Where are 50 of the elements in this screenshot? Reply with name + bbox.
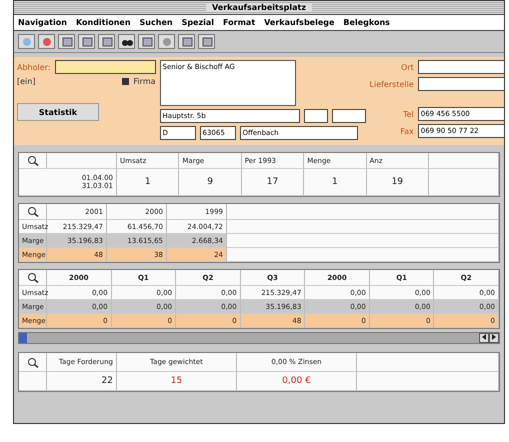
field-label: Abholer:: [17, 62, 51, 72]
toolbar-button[interactable]: [198, 34, 215, 49]
window-icon: [100, 36, 112, 48]
table-cell: 22: [47, 372, 117, 391]
house-field[interactable]: [304, 109, 328, 123]
field-label: [ein]: [17, 77, 36, 86]
circle-icon: [160, 36, 172, 48]
menu-item[interactable]: Belegkons: [343, 18, 390, 27]
table-cell: 1: [117, 169, 180, 196]
menu-item[interactable]: Suchen: [140, 18, 173, 27]
pickup-field[interactable]: [54, 60, 156, 74]
menu-item[interactable]: Navigation: [18, 18, 67, 27]
toolbar-button[interactable]: [118, 34, 135, 49]
table-cell: 19: [366, 169, 429, 196]
input-field[interactable]: [418, 60, 504, 74]
toolbar-button[interactable]: [58, 34, 75, 49]
statistics-button[interactable]: Statistik: [17, 103, 99, 121]
field-label: Tel: [403, 110, 414, 118]
toolbar-button[interactable]: [178, 34, 195, 49]
table-cell: 9: [179, 169, 242, 196]
scrollbar[interactable]: [18, 332, 500, 344]
field-label: Ort: [401, 62, 414, 72]
table-cell: 17: [242, 169, 304, 196]
table-cell: 15: [117, 372, 237, 391]
left-arrow-icon[interactable]: [479, 333, 489, 343]
toolbar-button[interactable]: [138, 34, 155, 49]
right-arrow-icon[interactable]: [489, 333, 499, 343]
menu-item[interactable]: Spezial: [182, 18, 214, 27]
toolbar-button[interactable]: [78, 34, 95, 49]
window-icon: [80, 36, 92, 48]
window-icon: [60, 36, 72, 48]
scroll-thumb[interactable]: [19, 333, 27, 343]
box-field[interactable]: [332, 109, 366, 123]
menu-item[interactable]: Format: [223, 18, 256, 27]
window-icon: [200, 36, 212, 48]
circle-icon: [20, 36, 32, 48]
window-icon: [140, 36, 152, 48]
field-label: Fax: [400, 126, 414, 136]
menu-item[interactable]: Verkaufsbelege: [264, 18, 334, 27]
window-title: Verkaufsarbeitsplatz: [206, 3, 312, 12]
table-cell: 0,00 €: [237, 372, 357, 391]
field-label: Lieferstelle: [370, 80, 414, 88]
table-cell: 1: [304, 169, 367, 196]
circle-icon: [40, 36, 52, 48]
checkbox-label: Firma: [133, 77, 156, 86]
window-icon: [180, 36, 192, 48]
checkbox[interactable]: [122, 78, 130, 85]
menu-item[interactable]: Konditionen: [76, 18, 131, 27]
toolbar-button[interactable]: [98, 34, 115, 49]
input-field[interactable]: [418, 77, 504, 91]
